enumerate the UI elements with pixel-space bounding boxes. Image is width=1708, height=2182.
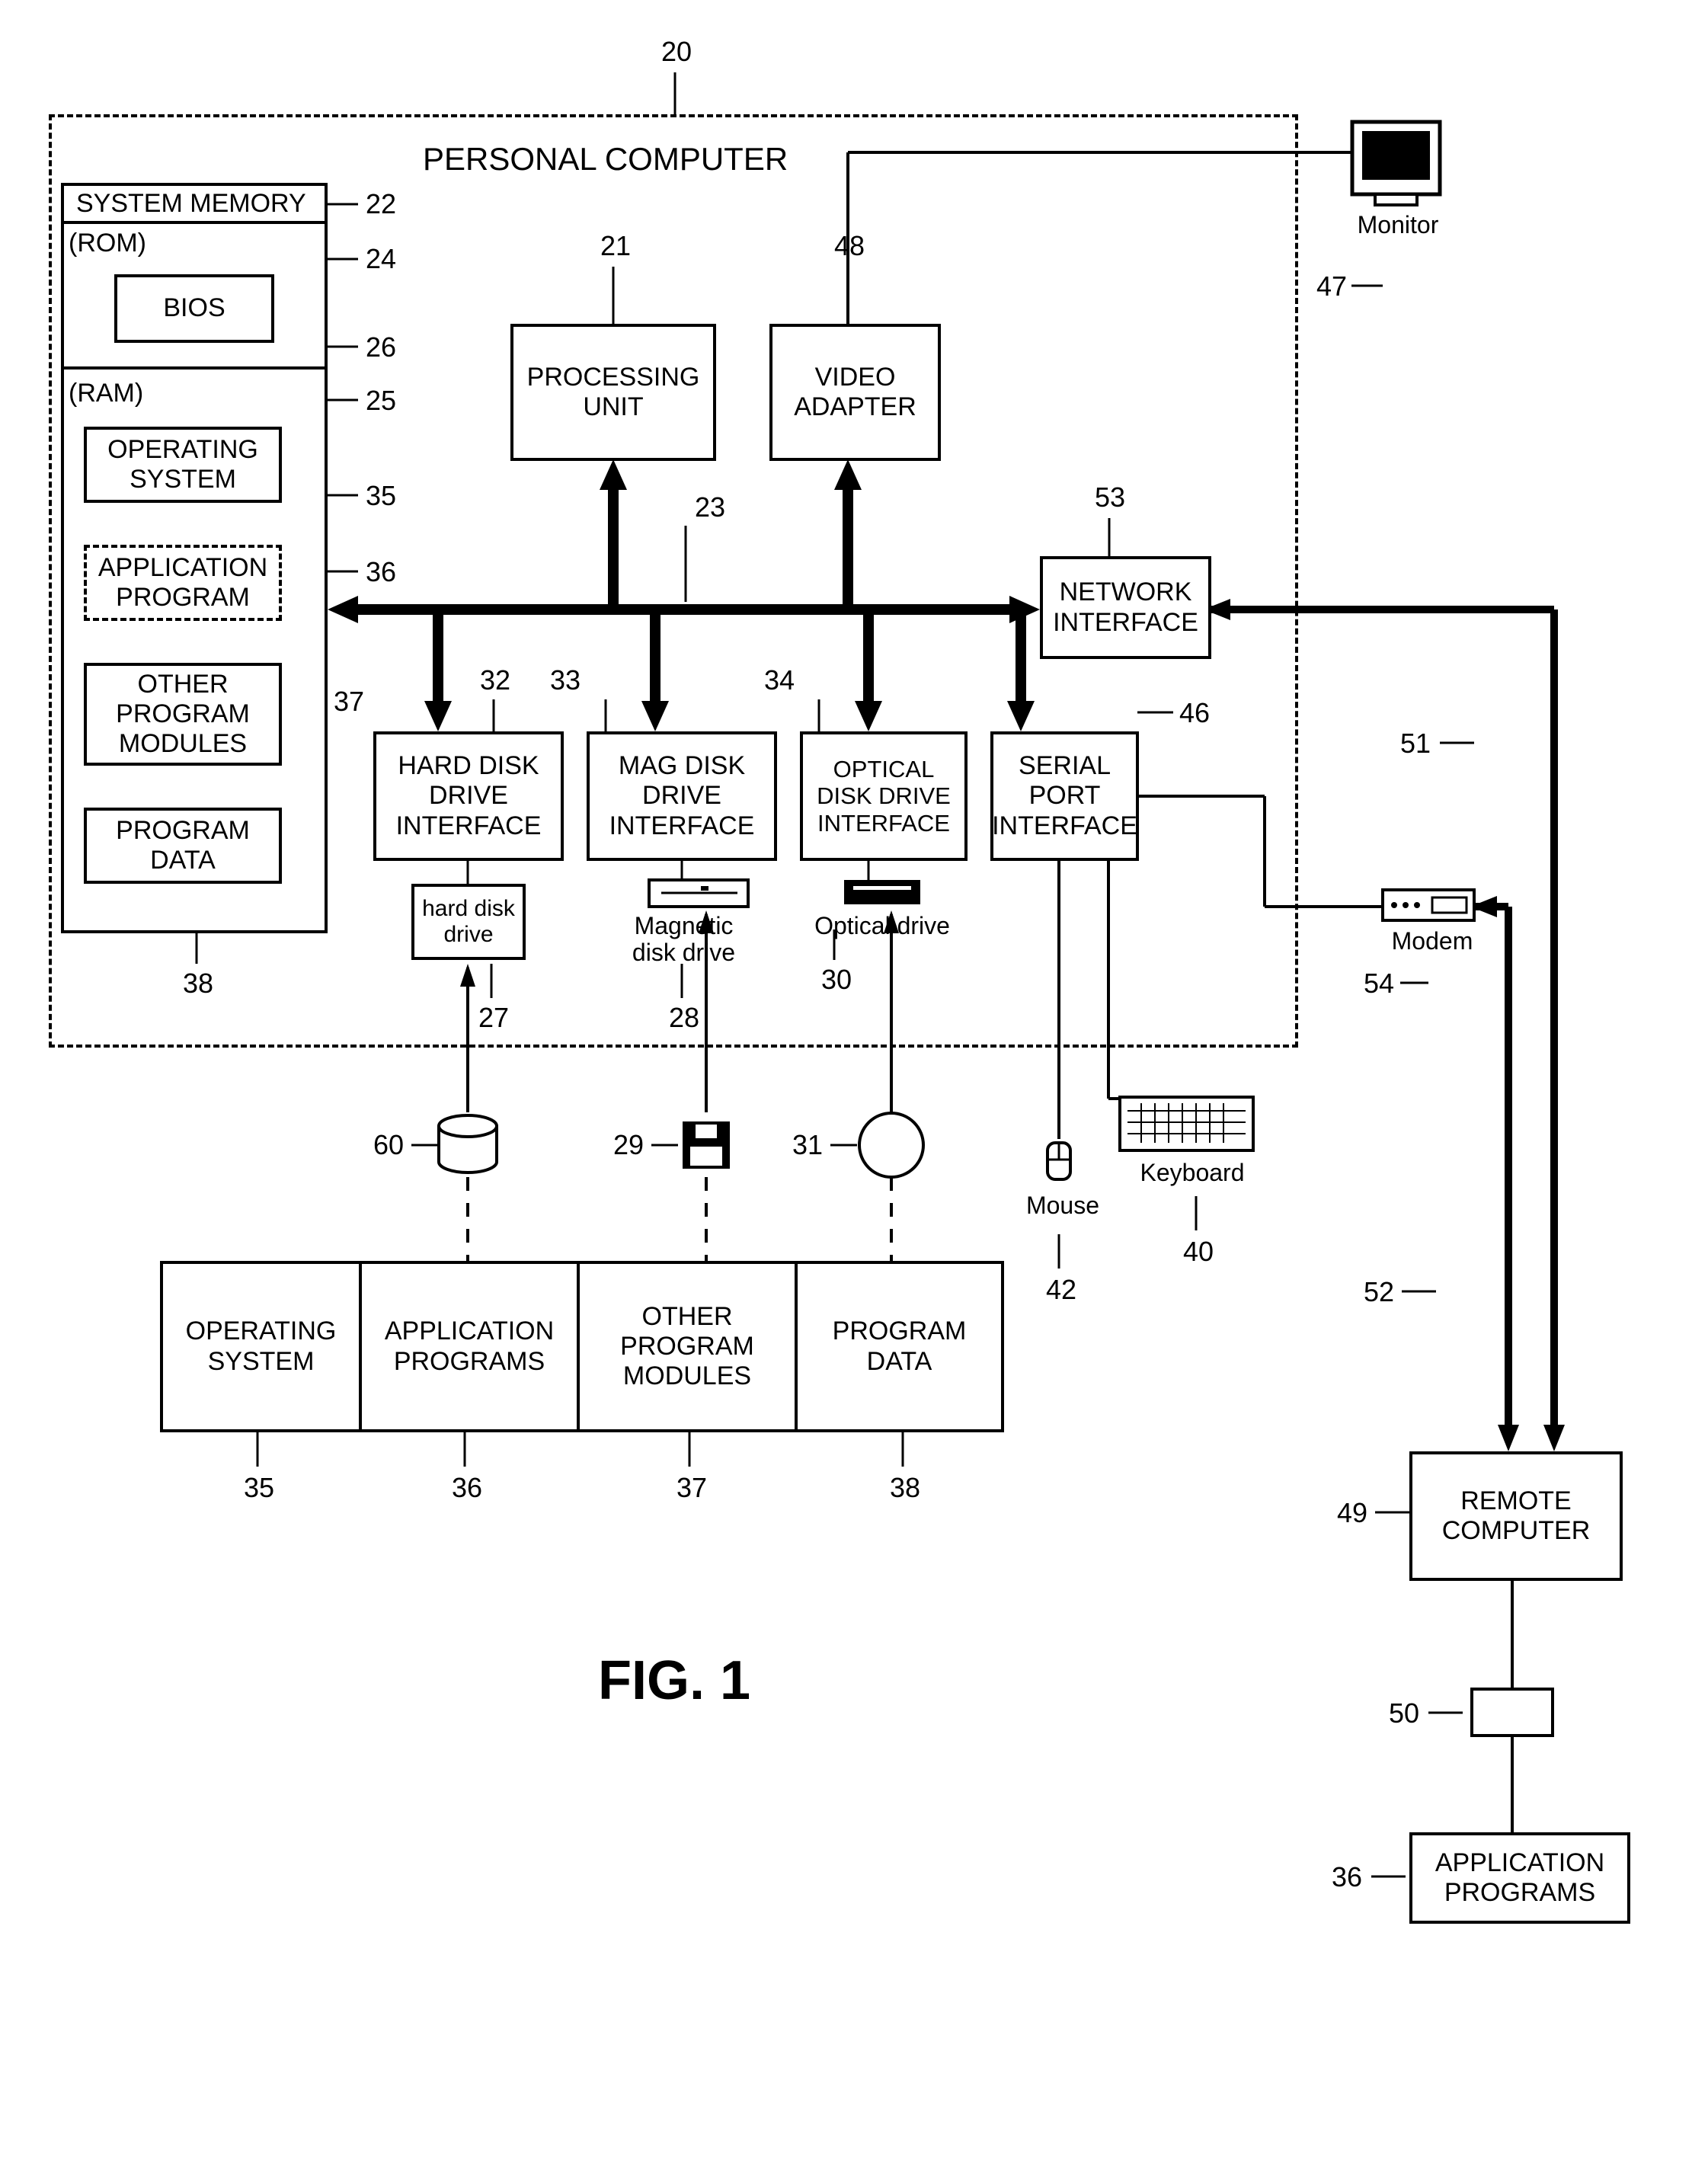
figure-title: FIG. 1 <box>598 1649 750 1712</box>
ref-37b: 37 <box>676 1474 707 1502</box>
ref-42: 42 <box>1046 1276 1076 1304</box>
ref-52: 52 <box>1364 1278 1394 1306</box>
ref-46: 46 <box>1179 699 1210 727</box>
ref-32: 32 <box>480 667 510 694</box>
magnetic-drive-hw-icon <box>649 880 748 907</box>
optical-interface-box: OPTICAL DISK DRIVE INTERFACE <box>800 731 968 861</box>
ref-35b: 35 <box>244 1474 274 1502</box>
ref-40: 40 <box>1183 1238 1214 1265</box>
ref-23: 23 <box>695 494 725 521</box>
optical-disc-icon <box>859 1113 923 1177</box>
modem-icon <box>1383 890 1474 920</box>
system-memory-header: SYSTEM MEMORY <box>69 189 306 219</box>
ref-29: 29 <box>613 1131 644 1159</box>
magnetic-drive-label: Magnetic disk drive <box>617 913 750 966</box>
other-modules-box: OTHER PROGRAM MODULES <box>84 663 282 766</box>
modem-label: Modem <box>1387 928 1478 955</box>
network-interface-box: NETWORK INTERFACE <box>1040 556 1211 659</box>
hard-disk-drive-box: hard disk drive <box>411 884 526 960</box>
ref-31: 31 <box>792 1131 823 1159</box>
mouse-label: Mouse <box>1021 1192 1105 1219</box>
mag-interface-box: MAG DISK DRIVE INTERFACE <box>587 731 777 861</box>
ref-53: 53 <box>1095 484 1125 511</box>
ref-36a: 36 <box>366 558 396 586</box>
ref-54: 54 <box>1364 970 1394 997</box>
ref-28: 28 <box>669 1004 699 1032</box>
bottom-os-box: OPERATING SYSTEM <box>160 1261 362 1432</box>
ram-label: (RAM) <box>69 379 143 408</box>
ref-38b: 38 <box>890 1474 920 1502</box>
remote-storage-box <box>1470 1688 1554 1737</box>
ref-21: 21 <box>600 232 631 260</box>
keyboard-label: Keyboard <box>1135 1160 1249 1186</box>
ref-51: 51 <box>1400 730 1431 757</box>
video-adapter-box: VIDEO ADAPTER <box>769 324 941 461</box>
hard-disk-icon <box>439 1115 497 1173</box>
bottom-other-box: OTHER PROGRAM MODULES <box>577 1261 798 1432</box>
bios-box: BIOS <box>114 274 274 343</box>
ref-34: 34 <box>764 667 795 694</box>
hdd-interface-box: HARD DISK DRIVE INTERFACE <box>373 731 564 861</box>
keyboard-icon <box>1120 1097 1253 1150</box>
ref-25: 25 <box>366 387 396 414</box>
ref-60: 60 <box>373 1131 404 1159</box>
ref-22: 22 <box>366 190 396 218</box>
bottom-pdata-box: PROGRAM DATA <box>795 1261 1004 1432</box>
monitor-icon <box>1352 122 1440 205</box>
os-box: OPERATING SYSTEM <box>84 427 282 503</box>
ref-37a: 37 <box>334 688 364 715</box>
optical-drive-hw-icon <box>844 880 920 904</box>
serial-interface-box: SERIAL PORT INTERFACE <box>990 731 1139 861</box>
ref-35a: 35 <box>366 482 396 510</box>
optical-drive-label: Optical drive <box>814 913 951 939</box>
processing-unit-box: PROCESSING UNIT <box>510 324 716 461</box>
rom-label: (ROM) <box>69 229 146 258</box>
remote-apps-box: APPLICATION PROGRAMS <box>1409 1832 1630 1924</box>
ref-33: 33 <box>550 667 581 694</box>
remote-computer-box: REMOTE COMPUTER <box>1409 1451 1623 1581</box>
program-data-box: PROGRAM DATA <box>84 808 282 884</box>
ref-27: 27 <box>478 1004 509 1032</box>
floppy-icon <box>683 1121 730 1169</box>
ref-47: 47 <box>1316 273 1347 300</box>
ref-30: 30 <box>821 966 852 993</box>
ref-36b: 36 <box>452 1474 482 1502</box>
ref-49: 49 <box>1337 1499 1367 1527</box>
ref-48: 48 <box>834 232 865 260</box>
ref-26: 26 <box>366 334 396 361</box>
app-program-box: APPLICATION PROGRAM <box>84 545 282 621</box>
ref-36c: 36 <box>1332 1864 1362 1891</box>
ref-50: 50 <box>1389 1700 1419 1727</box>
bottom-apps-box: APPLICATION PROGRAMS <box>359 1261 580 1432</box>
mouse-icon <box>1048 1143 1070 1179</box>
ref-38a: 38 <box>183 970 213 997</box>
monitor-label: Monitor <box>1352 212 1444 238</box>
ref-24: 24 <box>366 245 396 273</box>
